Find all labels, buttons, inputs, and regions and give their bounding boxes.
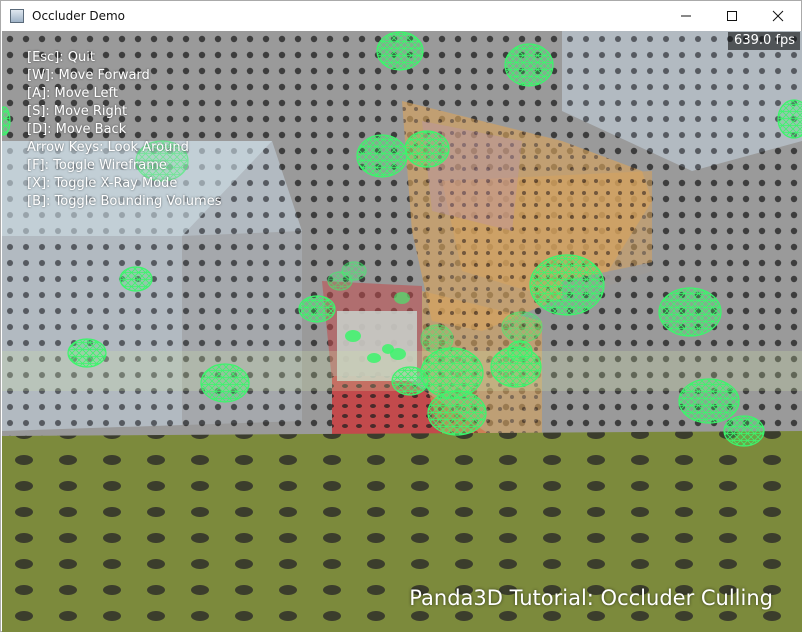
fps-counter: 639.0 fps bbox=[728, 32, 800, 50]
instruction-look-around: Arrow Keys: Look Around bbox=[27, 140, 189, 155]
instruction-move-back: [D]: Move Back bbox=[27, 122, 127, 137]
instruction-toggle-bounding-volumes: [B]: Toggle Bounding Volumes bbox=[27, 194, 222, 209]
minimize-button[interactable] bbox=[663, 1, 709, 31]
instruction-move-left: [A]: Move Left bbox=[27, 86, 118, 101]
app-window-icon bbox=[10, 9, 24, 23]
instruction-move-right: [S]: Move Right bbox=[27, 104, 128, 119]
window-controls bbox=[663, 1, 801, 31]
close-button[interactable] bbox=[755, 1, 801, 31]
instruction-toggle-wireframe: [F]: Toggle Wireframe bbox=[27, 158, 167, 173]
window-title: Occluder Demo bbox=[32, 9, 125, 23]
instruction-quit: [Esc]: Quit bbox=[27, 50, 95, 65]
minimize-icon bbox=[681, 15, 691, 17]
instruction-toggle-xray: [X]: Toggle X-Ray Mode bbox=[27, 176, 178, 191]
maximize-icon bbox=[727, 11, 737, 21]
maximize-button[interactable] bbox=[709, 1, 755, 31]
app-window: Occluder Demo 639.0 fps [Esc]: Quit [W]:… bbox=[0, 0, 802, 632]
title-bar[interactable]: Occluder Demo bbox=[1, 1, 801, 31]
tutorial-title: Panda3D Tutorial: Occluder Culling bbox=[409, 586, 773, 610]
instruction-move-forward: [W]: Move Forward bbox=[27, 68, 150, 83]
instructions-list: [Esc]: Quit [W]: Move Forward [A]: Move … bbox=[27, 49, 221, 211]
close-icon bbox=[772, 10, 784, 22]
3d-viewport[interactable]: 639.0 fps [Esc]: Quit [W]: Move Forward … bbox=[2, 31, 802, 632]
